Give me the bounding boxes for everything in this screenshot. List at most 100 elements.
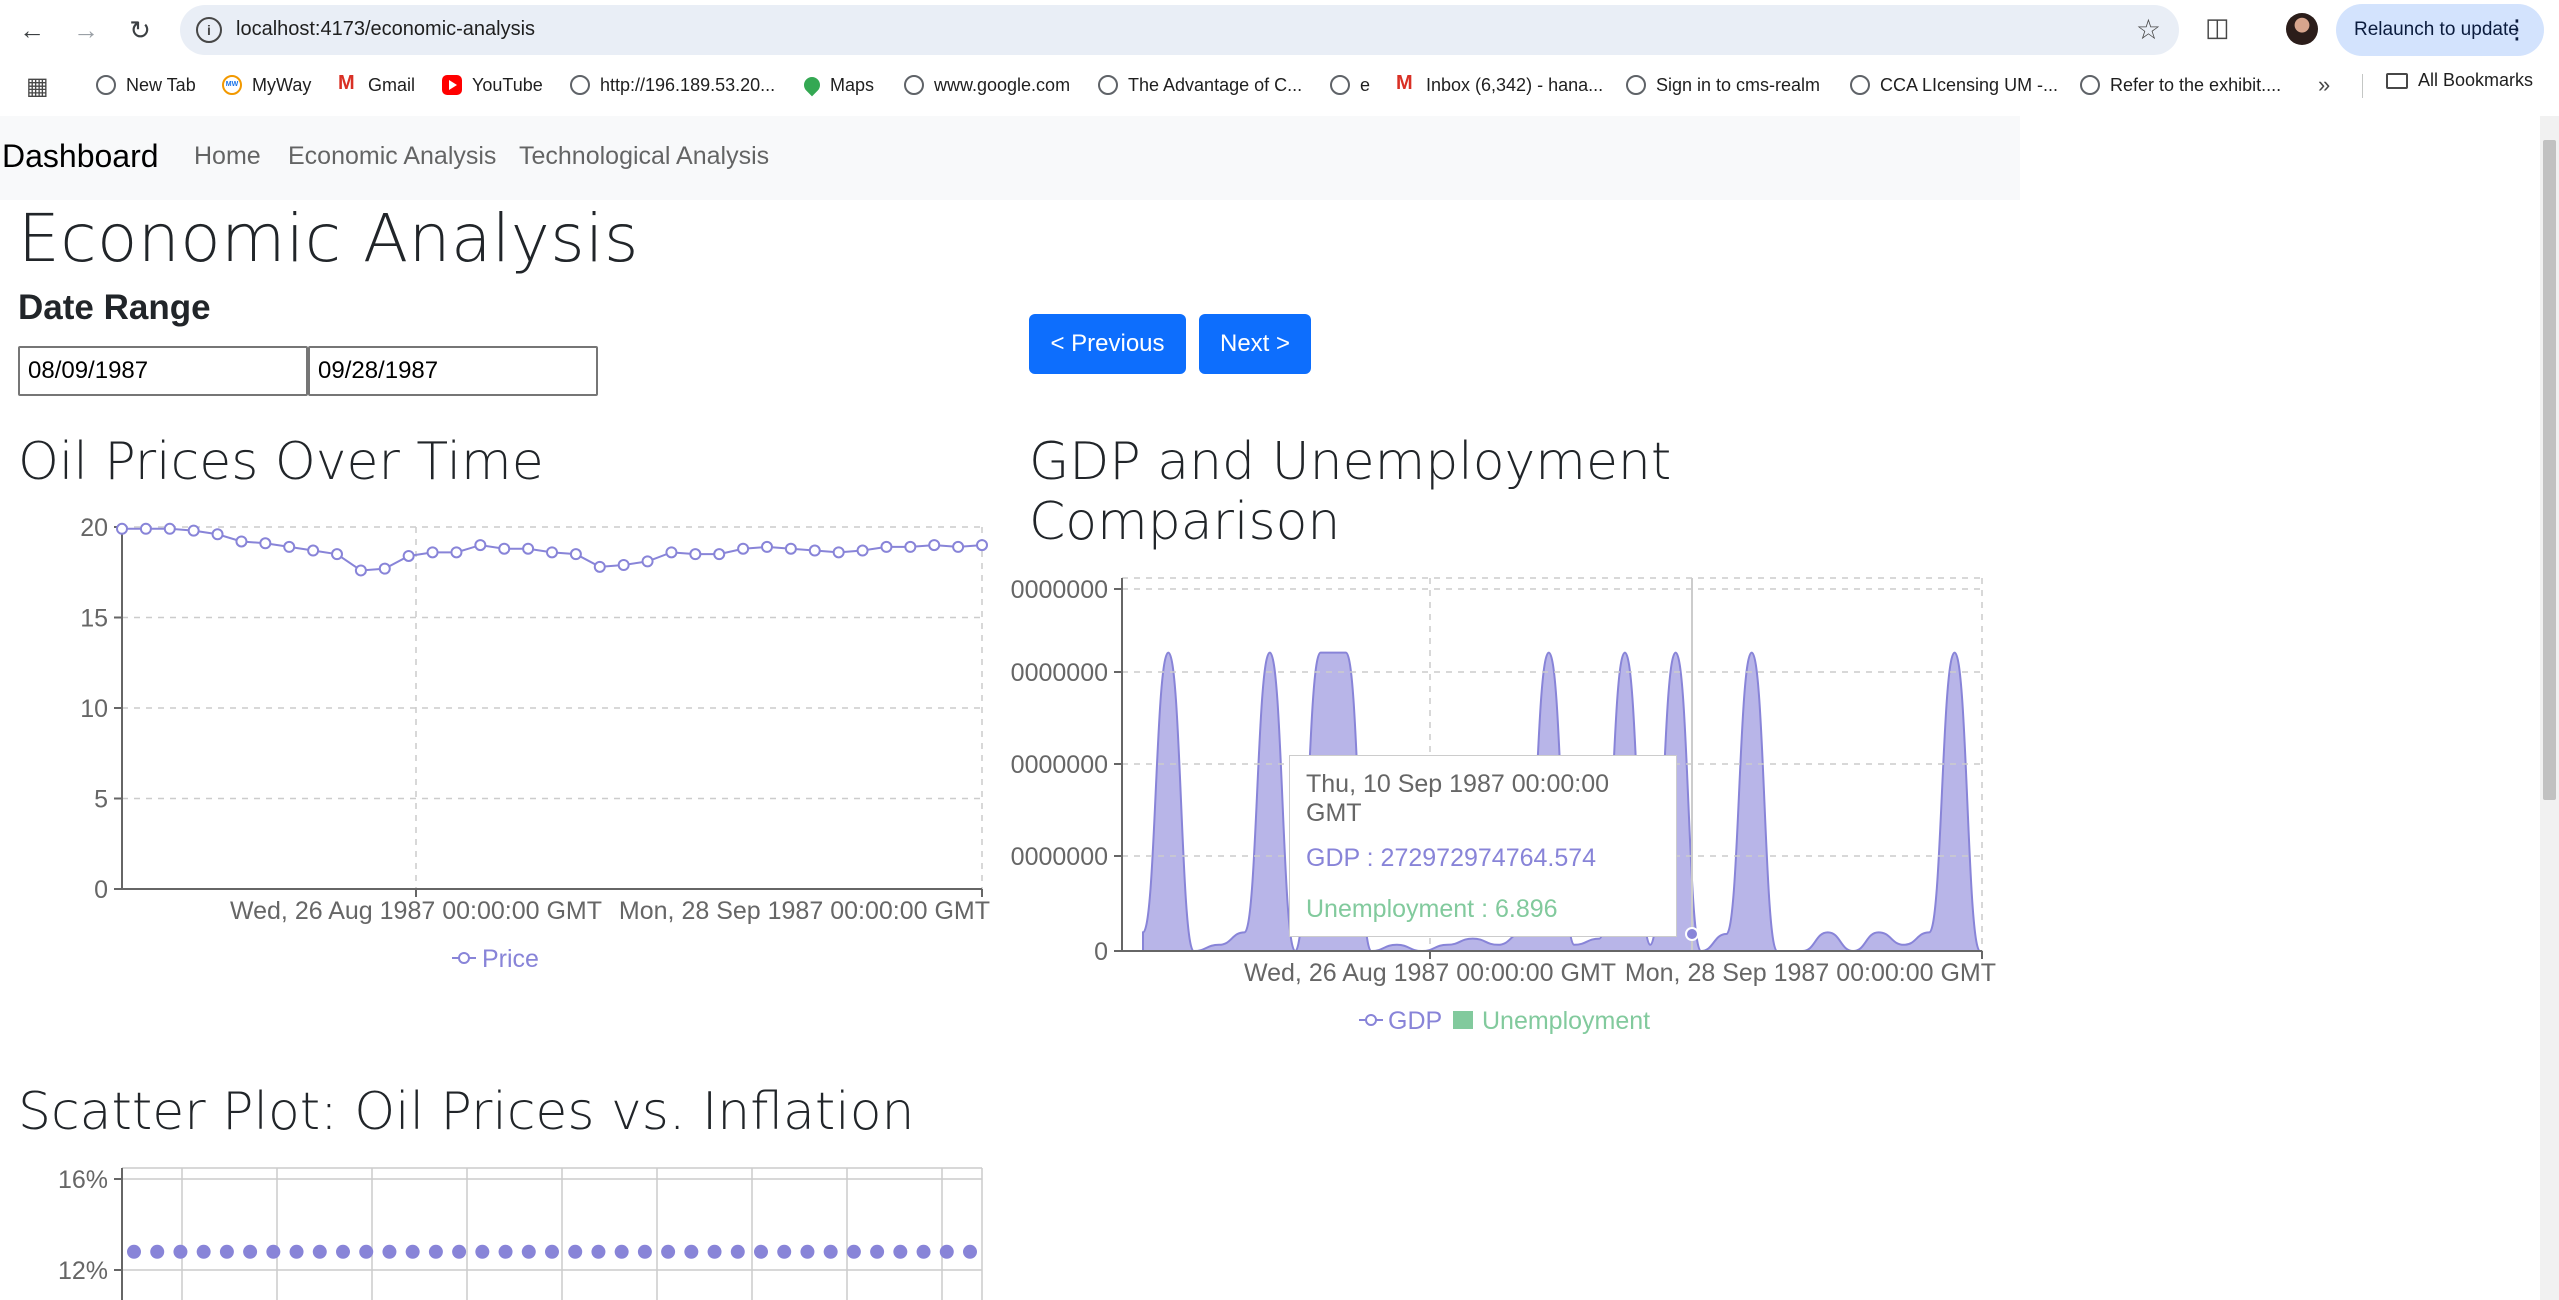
price-data-point <box>402 549 415 562</box>
price-data-point <box>952 540 965 553</box>
y-tick-label: 10 <box>80 695 108 723</box>
scatter-point <box>289 1244 304 1259</box>
price-data-point <box>522 542 535 555</box>
scatter-point <box>475 1244 490 1259</box>
scatter-point <box>336 1244 350 1259</box>
scatter-point <box>382 1244 397 1259</box>
scatter-point <box>614 1244 629 1259</box>
price-data-point <box>761 540 773 553</box>
price-data-point <box>928 539 941 552</box>
tooltip-unemployment-value: Unemployment : 6.896 <box>1306 895 1558 923</box>
price-data-point <box>856 544 869 557</box>
price-data-point <box>116 522 128 535</box>
price-data-point <box>808 544 821 557</box>
x-tick-label: Wed, 26 Aug 1987 00:00:00 GMT <box>1244 959 1616 987</box>
legend-square-icon <box>1453 1011 1473 1029</box>
price-data-point <box>689 548 702 561</box>
scatter-point <box>637 1244 652 1259</box>
price-data-point <box>569 548 582 561</box>
price-data-point <box>259 537 272 550</box>
scatter-point <box>428 1244 443 1259</box>
scatter-point <box>405 1244 420 1259</box>
scatter-point <box>150 1244 165 1259</box>
price-data-point <box>880 540 893 553</box>
price-data-point <box>307 544 320 557</box>
price-data-point <box>737 542 750 555</box>
scatter-point <box>521 1244 536 1259</box>
active-data-point <box>1685 927 1699 941</box>
x-tick-label: Mon, 28 Sep 1987 00:00:00 GMT <box>619 897 990 925</box>
scatter-point <box>452 1244 467 1259</box>
scatter-point <box>196 1244 211 1259</box>
y-tick-label: 0000000 <box>1011 576 1108 604</box>
price-data-point <box>283 540 296 553</box>
scatter-point <box>823 1244 838 1259</box>
oil-inflation-scatter-chart: 16% 12% <box>58 1166 983 1300</box>
price-data-point <box>187 524 200 537</box>
scatter-point <box>707 1244 722 1259</box>
scatter-point <box>963 1244 977 1259</box>
x-tick-label: Wed, 26 Aug 1987 00:00:00 GMT <box>230 897 602 925</box>
scatter-point <box>661 1244 676 1259</box>
scatter-point <box>545 1244 559 1259</box>
legend-point-icon <box>1365 1014 1377 1026</box>
legend-gdp-label: GDP <box>1388 1007 1442 1035</box>
scatter-point <box>127 1244 141 1259</box>
scatter-point <box>498 1244 513 1259</box>
scatter-point <box>777 1244 792 1259</box>
price-data-point <box>641 555 654 568</box>
scatter-point <box>870 1244 885 1259</box>
price-data-point <box>498 542 511 555</box>
scatter-point <box>359 1244 374 1259</box>
price-data-point <box>450 546 463 559</box>
y-tick-label: 0 <box>94 876 108 904</box>
legend-point-icon <box>458 952 470 964</box>
price-data-point <box>354 564 367 577</box>
y-tick-label: 12% <box>58 1257 108 1285</box>
scatter-point <box>591 1244 606 1259</box>
y-tick-label: 16% <box>58 1166 108 1194</box>
y-tick-label: 0000000 <box>1011 843 1108 871</box>
price-data-point <box>904 540 917 553</box>
price-data-point <box>474 539 487 552</box>
price-data-point <box>163 522 176 535</box>
y-tick-label: 0000000 <box>1011 751 1108 779</box>
scatter-point <box>568 1244 583 1259</box>
price-data-point <box>331 548 343 561</box>
legend-price-label: Price <box>482 945 539 973</box>
price-data-point <box>617 559 630 572</box>
y-tick-label: 0 <box>1094 938 1108 966</box>
price-data-point <box>593 560 606 573</box>
y-tick-label: 20 <box>80 514 108 542</box>
price-data-point <box>713 548 726 561</box>
tooltip-gdp-value: GDP : 272972974764.574 <box>1306 844 1597 872</box>
scatter-point <box>939 1244 954 1259</box>
price-data-point <box>235 535 248 548</box>
scatter-point <box>243 1244 258 1259</box>
scatter-point <box>846 1244 861 1259</box>
scatter-point <box>219 1244 234 1259</box>
scatter-point <box>173 1244 188 1259</box>
y-tick-label: 0000000 <box>1011 659 1108 687</box>
oil-price-line-chart: 0 5 10 15 20 Wed, 26 Aug 1987 00:00:00 GMT Mon… <box>80 514 990 973</box>
price-data-point <box>139 522 152 535</box>
gdp-chart-tooltip: Thu, 10 Sep 1987 00:00:00 GMT GDP : 2729… <box>1289 755 1677 937</box>
charts-layer: 0 5 10 15 20 Wed, 26 Aug 1987 00:00:00 GMT Mon… <box>58 514 1996 1300</box>
legend-unemployment-label: Unemployment <box>1482 1007 1650 1035</box>
price-data-point <box>665 546 678 559</box>
scatter-point <box>312 1244 327 1259</box>
scatter-point <box>916 1244 931 1259</box>
tooltip-date: Thu, 10 Sep 1987 00:00:00 GMT <box>1306 770 1610 827</box>
price-data-point <box>378 562 391 575</box>
scatter-point <box>893 1244 908 1259</box>
scatter-point <box>754 1244 768 1259</box>
price-data-point <box>426 546 439 559</box>
price-data-point <box>211 528 224 541</box>
scatter-point <box>266 1244 281 1259</box>
scatter-point <box>730 1244 745 1259</box>
price-data-point <box>832 546 845 559</box>
price-data-point <box>784 542 797 555</box>
page-scrollbar-thumb[interactable] <box>2543 140 2556 800</box>
y-tick-label: 15 <box>80 605 108 633</box>
price-data-point <box>976 539 988 552</box>
